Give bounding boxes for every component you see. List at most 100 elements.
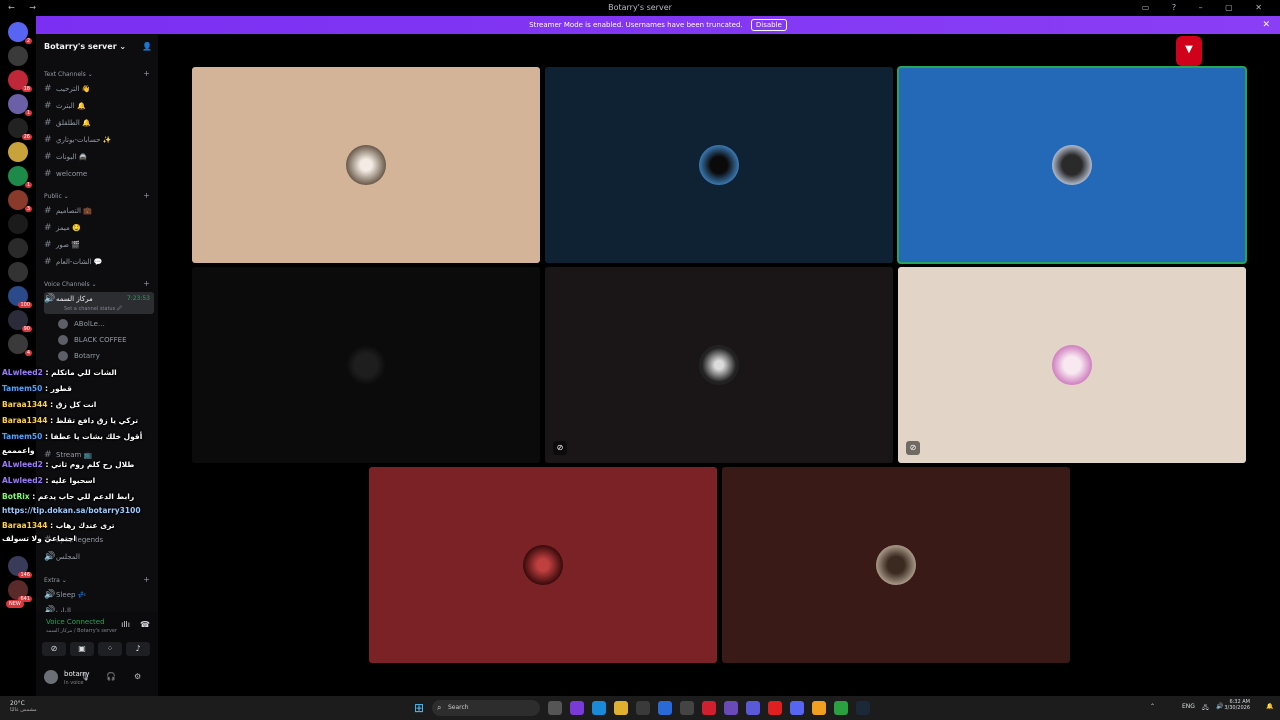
server-icon[interactable]	[8, 214, 28, 234]
voice-member[interactable]: Botarry	[58, 349, 100, 363]
language-indicator[interactable]: ENG	[1182, 703, 1195, 710]
weather-widget[interactable]: 20°C مشمس غالبًا	[10, 700, 37, 713]
app-icon[interactable]	[724, 701, 738, 715]
taskbar-search[interactable]: ⌕ Search	[432, 700, 540, 716]
participant-tile[interactable]	[722, 467, 1070, 663]
youtube-icon[interactable]	[768, 701, 782, 715]
server-icon[interactable]: 1	[8, 94, 32, 116]
headphones-icon[interactable]: 🎧	[106, 672, 116, 681]
channel-item[interactable]: # الترحيب 👋	[44, 82, 154, 96]
settings-gear-icon[interactable]: ⚙	[134, 672, 141, 681]
window-controls[interactable]: ▭ ? – ▢ ✕	[1142, 3, 1272, 12]
chrome-icon[interactable]	[834, 701, 848, 715]
soundboard-button[interactable]: ♪	[126, 642, 150, 656]
channel-item[interactable]: # البترث 🔔	[44, 99, 154, 113]
participant-tile[interactable]	[545, 67, 893, 263]
server-icon[interactable]: 4	[8, 334, 32, 356]
category-public[interactable]: Public ⌄	[44, 193, 69, 200]
teams-icon[interactable]	[746, 701, 760, 715]
channel-item[interactable]: # ميمز 🤤	[44, 221, 154, 235]
app-icon[interactable]	[680, 701, 694, 715]
server-icon[interactable]: 641	[8, 580, 32, 602]
edge-icon[interactable]	[592, 701, 606, 715]
task-view-icon[interactable]	[548, 701, 562, 715]
discord-icon[interactable]	[790, 701, 804, 715]
steam-icon[interactable]	[856, 701, 870, 715]
server-icon[interactable]	[8, 46, 28, 66]
chat-line: واعمممع	[2, 446, 35, 455]
chat-link[interactable]: https://tip.dokan.sa/botarry3100	[2, 506, 141, 515]
chat-line: اجتماعي ولا تسولف	[2, 534, 76, 543]
participant-tile[interactable]	[192, 267, 540, 463]
mic-icon[interactable]: 🎙	[80, 672, 90, 681]
file-explorer-icon[interactable]	[614, 701, 628, 715]
app-icon[interactable]	[812, 701, 826, 715]
network-icon[interactable]: 🖧	[1202, 703, 1209, 713]
category-extra[interactable]: Extra ⌄	[44, 577, 67, 584]
chat-line: Baraa1344 : ترى عندك رهاب	[2, 521, 115, 530]
disconnect-icon[interactable]: ☎	[140, 620, 150, 629]
channel-item[interactable]: # التصاميم 💼	[44, 204, 154, 218]
streamer-mode-banner: Streamer Mode is enabled. Usernames have…	[36, 16, 1280, 34]
server-icon[interactable]	[8, 262, 28, 282]
category-text-channels[interactable]: Text Channels ⌄	[44, 71, 93, 78]
server-icon[interactable]: 26	[8, 118, 32, 140]
add-channel-icon[interactable]: +	[143, 191, 150, 200]
activities-button[interactable]: ⁘	[98, 642, 122, 656]
channel-item[interactable]: 🔊Sleep 💤	[44, 588, 154, 602]
add-channel-icon[interactable]: +	[143, 69, 150, 78]
channel-item[interactable]: # حسابات-بوتاري ✨	[44, 133, 154, 147]
chat-line: Baraa1344 : تركي يا زق دافع تقلظ	[2, 416, 138, 425]
copilot-icon[interactable]	[570, 701, 584, 715]
participant-tile[interactable]: ⊘	[545, 267, 893, 463]
participant-tile[interactable]	[369, 467, 717, 663]
channel-status[interactable]: Set a channel status 🖉	[64, 302, 122, 314]
channel-item[interactable]: # الشات-العام 💬	[44, 255, 154, 269]
server-icon[interactable]: 1	[8, 166, 32, 188]
volume-icon[interactable]: 🔊	[1216, 703, 1223, 710]
channel-item[interactable]: # البونات 🚔	[44, 150, 154, 164]
server-list: 2 18 1 26 1 3 100 90 4 146 641 NEW	[0, 16, 36, 696]
app-icon[interactable]	[658, 701, 672, 715]
hash-icon: #	[44, 240, 52, 250]
server-icon[interactable]: 100	[8, 286, 32, 308]
camera-button[interactable]: ⊘	[42, 642, 66, 656]
notification-bell-icon[interactable]: 🔔	[1266, 703, 1273, 710]
server-icon[interactable]: 146	[8, 556, 32, 578]
server-icon[interactable]	[8, 238, 28, 258]
voice-member[interactable]: BLACK COFFEE	[58, 333, 127, 347]
server-icon[interactable]: 3	[8, 190, 32, 212]
home-discord-icon[interactable]: 2	[8, 22, 32, 44]
store-icon[interactable]	[636, 701, 650, 715]
participant-tile[interactable]	[192, 67, 540, 263]
voice-channel-active[interactable]: 🔊مركاز السمه 7:23:53 Set a channel statu…	[44, 292, 154, 314]
participant-tile[interactable]: ⊘	[898, 267, 1246, 463]
disable-button[interactable]: Disable	[750, 19, 787, 31]
category-voice[interactable]: Voice Channels ⌄	[44, 281, 97, 288]
server-icon[interactable]: 18	[8, 70, 32, 92]
server-icon[interactable]: 90	[8, 310, 32, 332]
channel-item[interactable]: 🔊المجلس	[44, 550, 154, 564]
window-title: Botarry's server	[608, 3, 672, 12]
windows-start-icon[interactable]: ⊞	[414, 701, 428, 715]
channel-item[interactable]: # welcome	[44, 167, 154, 181]
noise-suppression-icon[interactable]: ıllı	[121, 620, 130, 629]
close-banner-icon[interactable]: ✕	[1262, 16, 1270, 34]
add-channel-icon[interactable]: +	[143, 575, 150, 584]
clock[interactable]: 6:32 AM 3/30/2026	[1224, 699, 1250, 711]
tray-chevron-icon[interactable]: ⌃	[1150, 703, 1155, 710]
channel-item[interactable]: # الطلقلق 🔔	[44, 116, 154, 130]
participant-tile-speaking[interactable]	[897, 66, 1247, 264]
channel-item[interactable]: # صور 🎬	[44, 238, 154, 252]
voice-member[interactable]: ABolLe…	[58, 317, 105, 331]
server-name[interactable]: Botarry's server ⌄	[44, 42, 126, 51]
server-icon[interactable]	[8, 142, 28, 162]
chat-line: ALwleed2 : طلال رح كلم روم ثاني	[2, 460, 134, 469]
voice-connected-label[interactable]: Voice Connected	[46, 618, 105, 626]
voice-timer: 7:23:53	[126, 295, 150, 302]
chat-line: BotRix : رابط الدعم للي حاب يدعم	[2, 492, 134, 501]
screenshare-button[interactable]: ▣	[70, 642, 94, 656]
add-channel-icon[interactable]: +	[143, 279, 150, 288]
add-member-icon[interactable]: 👤	[142, 42, 152, 51]
app-icon[interactable]	[702, 701, 716, 715]
